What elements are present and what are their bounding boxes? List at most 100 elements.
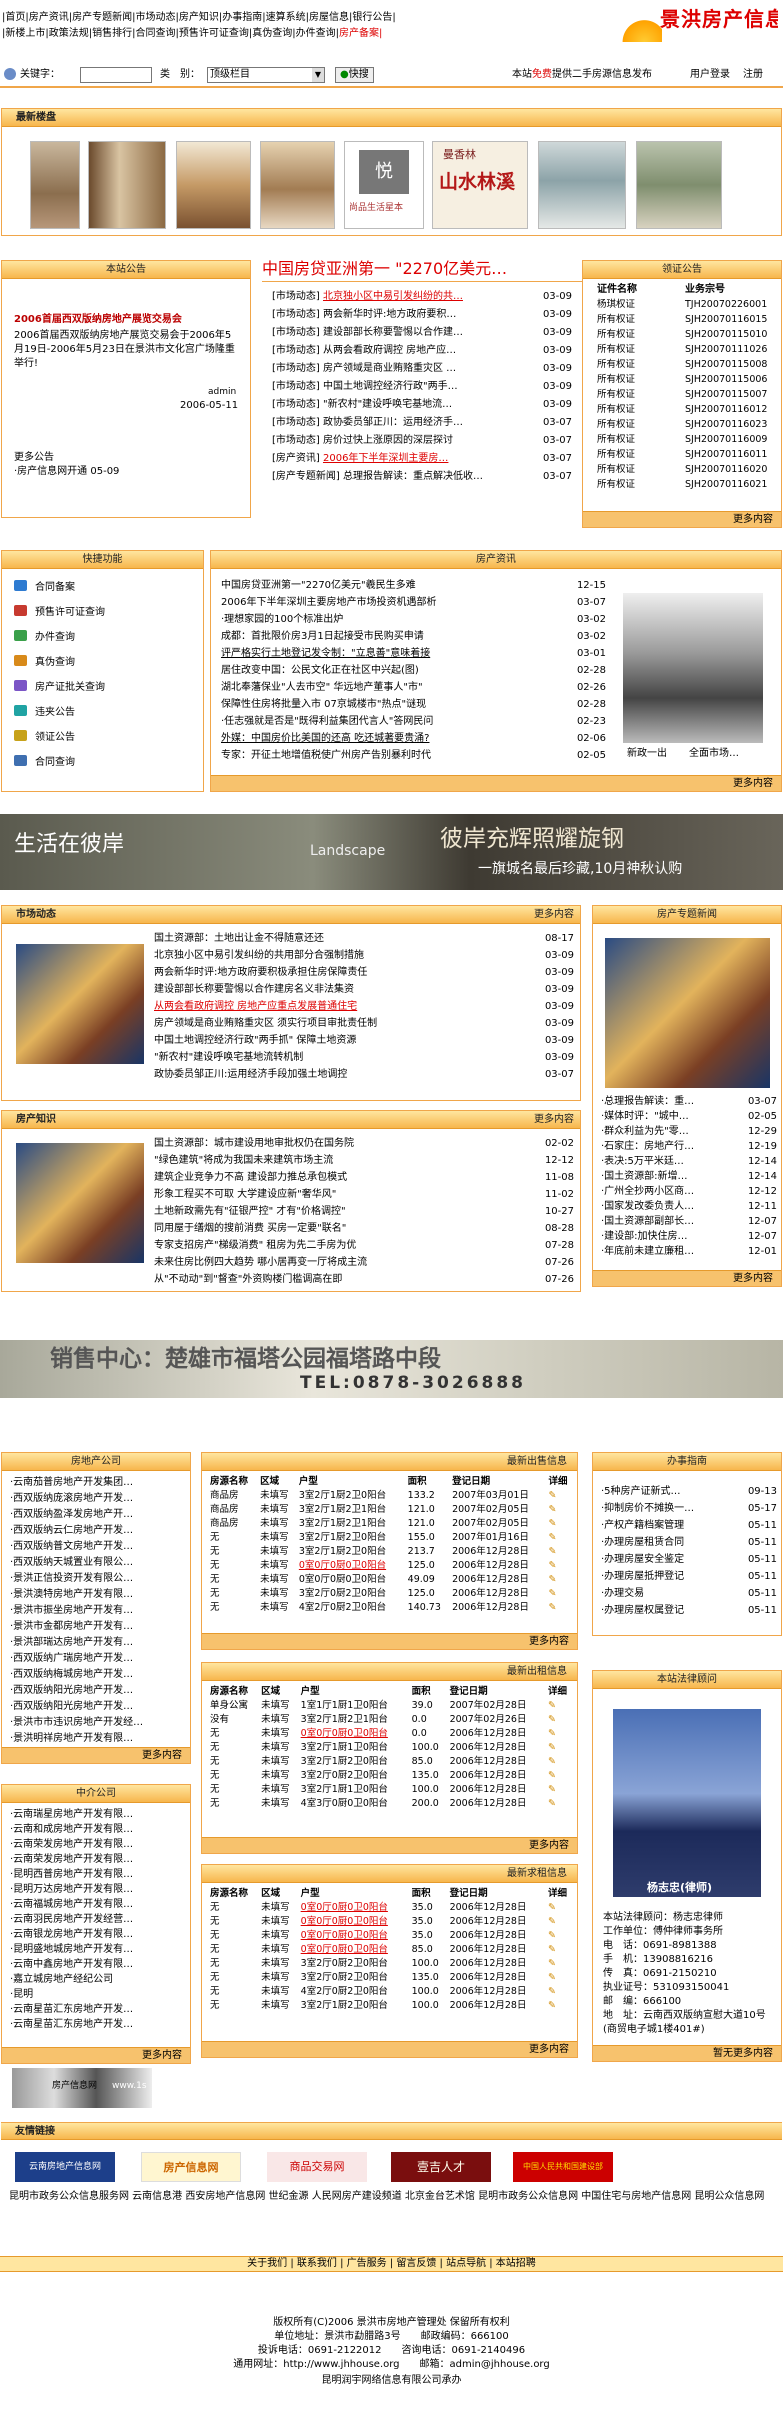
sale-detail[interactable]: ✎ — [547, 1517, 575, 1531]
developer-item[interactable]: ·景洪市金都房地产开发有… — [10, 1619, 188, 1635]
knowledge-item[interactable]: "绿色建筑"将成为我国未来建筑市场主流 12-12 — [154, 1152, 574, 1169]
fangchan-news-item[interactable]: 评严格实行土地登记发令制："立息善"意味着接 03-01 — [221, 645, 606, 662]
ad-banner-sales[interactable]: 销售中心：楚雄市福塔公园福塔路中段 TEL:0878-3026888 — [0, 1340, 783, 1398]
middle-news-item[interactable]: [市场动态] 建设部部长称要警惕以合作建… 03-09 — [272, 324, 572, 342]
link-logo-3[interactable]: 商品交易网 — [267, 2152, 367, 2182]
market-item[interactable]: 房产领域是商业贿赂重灾区 须实行项目审批责任制 03-09 — [154, 1015, 574, 1032]
knowledge-item[interactable]: 国土资源部：城市建设用地审批权仍在国务院 02-02 — [154, 1135, 574, 1152]
sale-detail[interactable]: ✎ — [547, 1503, 575, 1517]
fangchan-news-more[interactable]: 更多内容 — [211, 775, 781, 791]
developer-item[interactable]: ·西双版纳梅城房地产开发… — [10, 1667, 188, 1683]
fangchan-news-item[interactable]: 保障性住房将批量入市 07京城楼市"热点"谜现 02-28 — [221, 696, 606, 713]
building-thumb-6[interactable] — [636, 141, 722, 229]
building-thumb-4[interactable] — [260, 141, 335, 229]
buy-detail[interactable]: ✎ — [546, 1915, 574, 1929]
rent-row[interactable]: 单身公寓 未填写 1室1厅1厨1卫0阳台 39.0 2007年02月28日 ✎ — [208, 1699, 574, 1713]
special-item[interactable]: ·国土资源部:新增… 12-14 — [601, 1169, 777, 1184]
cert-row[interactable]: 所有权证 SJH20070116012 — [597, 402, 777, 417]
guide-item[interactable]: ·办理房屋安全鉴定 05-11 — [601, 1551, 777, 1568]
developer-item[interactable]: ·西双版纳天城置业有限公… — [10, 1555, 188, 1571]
middle-news-item[interactable]: [市场动态] 从两会看政府调控 房地产应… 03-09 — [272, 342, 572, 360]
link-logo-1[interactable]: 云南房地产信息网 — [15, 2152, 115, 2182]
rent-detail[interactable]: ✎ — [546, 1741, 574, 1755]
fangchan-news-item[interactable]: 2006年下半年深圳主要房地产市场投资机遇部析 03-07 — [221, 594, 606, 611]
sale-detail[interactable]: ✎ — [547, 1573, 575, 1587]
cert-row[interactable]: 所有权证 SJH20070116021 — [597, 477, 777, 492]
quick-item[interactable]: 合同查询 — [14, 750, 105, 775]
developer-item[interactable]: ·西双版纳阳光房地产开发… — [10, 1699, 188, 1715]
guide-item[interactable]: ·办理房屋权属登记 05-11 — [601, 1602, 777, 1619]
site-logo[interactable]: 景洪房产信息网 — [618, 0, 778, 44]
buy-detail[interactable]: ✎ — [546, 1957, 574, 1971]
news-photo-caption-2[interactable]: 全面市场… — [689, 747, 739, 761]
developer-item[interactable]: ·景洪明祥房地产开发有限… — [10, 1731, 188, 1747]
quick-item[interactable]: 合同备案 — [14, 575, 105, 600]
agencies-more[interactable]: 更多内容 — [2, 2047, 190, 2063]
sale-row[interactable]: 商品房 未填写 3室2厅1厨2卫1阳台 121.0 2007年02月05日 ✎ — [208, 1503, 574, 1517]
building-ad-2[interactable]: 曼香林 山水林溪 — [432, 141, 528, 229]
agency-item[interactable]: ·云南荣发房地产开发有限… — [10, 1837, 188, 1852]
cert-row[interactable]: 所有权证 SJH20070116009 — [597, 432, 777, 447]
news-photo-caption-1[interactable]: 新政一出 — [627, 747, 667, 761]
buy-detail[interactable]: ✎ — [546, 1999, 574, 2013]
ad-banner-landscape[interactable]: 生活在彼岸 Landscape 彼岸充辉照耀旋钢 一旗城名最后珍藏,10月神秋认… — [0, 814, 783, 890]
cert-row[interactable]: 所有权证 SJH20070115010 — [597, 327, 777, 342]
buy-row[interactable]: 无 未填写 4室2厅0厨2卫0阳台 100.0 2006年12月28日 ✎ — [208, 1985, 574, 1999]
sale-row[interactable]: 商品房 未填写 3室2厅1厨2卫0阳台 133.2 2007年03月01日 ✎ — [208, 1489, 574, 1503]
keyword-input[interactable] — [80, 67, 152, 83]
rent-detail[interactable]: ✎ — [546, 1783, 574, 1797]
agency-item[interactable]: ·昆明西普房地产开发有限… — [10, 1867, 188, 1882]
special-image[interactable] — [605, 938, 770, 1088]
quick-item[interactable]: 办件查询 — [14, 625, 105, 650]
cert-row[interactable]: 所有权证 SJH20070116011 — [597, 447, 777, 462]
agency-item[interactable]: ·昆明盛地城房地产开发有… — [10, 1942, 188, 1957]
links-text[interactable]: 昆明市政务公众信息服务网 云南信息港 西安房地产信息网 世纪金源 人民网房产建设… — [9, 2190, 775, 2204]
notice-item[interactable]: ·房产信息网开通 05-09 — [14, 465, 119, 479]
middle-news-item[interactable]: [市场动态] 两会新华时评:地方政府要积… 03-09 — [272, 306, 572, 324]
market-item[interactable]: 北京独小区中易引发纠纷的共用部分合强制措施 03-09 — [154, 947, 574, 964]
agency-item[interactable]: ·云南银龙房地产开发有限… — [10, 1927, 188, 1942]
rent-detail[interactable]: ✎ — [546, 1769, 574, 1783]
knowledge-item[interactable]: 从"不动动"到"督查"外资购楼门槛调高在即 07-26 — [154, 1271, 574, 1288]
agency-item[interactable]: ·云南荣发房地产开发有限… — [10, 1852, 188, 1867]
cert-more[interactable]: 更多内容 — [583, 511, 781, 527]
rent-detail[interactable]: ✎ — [546, 1713, 574, 1727]
developer-item[interactable]: ·景洪正信投资开发有限公… — [10, 1571, 188, 1587]
buy-detail[interactable]: ✎ — [546, 1985, 574, 1999]
guide-item[interactable]: ·办理房屋租赁合同 05-11 — [601, 1534, 777, 1551]
fangchan-news-item[interactable]: 外媒：中国房价比美国的还高 吃还城著要贵涌? 02-06 — [221, 730, 606, 747]
developer-item[interactable]: ·景洪市市违识房地产开发经… — [10, 1715, 188, 1731]
special-item[interactable]: ·年底前未建立廉租… 12-01 — [601, 1244, 777, 1259]
special-item[interactable]: ·群众利益为先"零… 12-29 — [601, 1124, 777, 1139]
developer-item[interactable]: ·西双版纳云仁房地产开发… — [10, 1523, 188, 1539]
developer-item[interactable]: ·景洪市振坐房地产开发有… — [10, 1603, 188, 1619]
market-item[interactable]: 政协委员邹正川:运用经济手段加强土地调控 03-07 — [154, 1066, 574, 1083]
middle-news-item[interactable]: [市场动态] "新农村"建设呼唤宅基地流… 03-09 — [272, 396, 572, 414]
developer-item[interactable]: ·景洪部瑞达房地产开发有… — [10, 1635, 188, 1651]
market-item[interactable]: 国土资源部：土地出让金不得随意还还 08-17 — [154, 930, 574, 947]
sale-row[interactable]: 无 未填写 0室0厅0厨0卫0阳台 49.09 2006年12月28日 ✎ — [208, 1573, 574, 1587]
middle-news-item[interactable]: [市场动态] 中国土地调控经济行政"两手… 03-09 — [272, 378, 572, 396]
middle-news-item[interactable]: [市场动态] 房价过快上涨原因的深层探讨 03-07 — [272, 432, 572, 450]
sale-detail[interactable]: ✎ — [547, 1545, 575, 1559]
fangchan-news-item[interactable]: ·理想家园的100个标准出炉 03-02 — [221, 611, 606, 628]
fangchan-news-item[interactable]: 成都：首批限价房3月1日起接受市民购买申请 03-02 — [221, 628, 606, 645]
market-item[interactable]: 中国土地调控经济行政"两手抓" 保障土地资源 03-09 — [154, 1032, 574, 1049]
agency-item[interactable]: ·云南星苗汇东房地产开发… — [10, 2017, 188, 2032]
developer-item[interactable]: ·西双版纳庞滚房地产开发… — [10, 1491, 188, 1507]
top-nav-row2[interactable]: |新楼上市|政策法规|销售排行|合同查询|预售许可证查询|真伪查询|办件查询| — [2, 28, 339, 39]
quick-item[interactable]: 房产证批关查询 — [14, 675, 105, 700]
buy-row[interactable]: 无 未填写 0室0厅0厨0卫0阳台 85.0 2006年12月28日 ✎ — [208, 1943, 574, 1957]
cert-row[interactable]: 所有权证 SJH20070116015 — [597, 312, 777, 327]
rent-row[interactable]: 无 未填写 0室0厅0厨0卫0阳台 0.0 2006年12月28日 ✎ — [208, 1727, 574, 1741]
building-thumb-2[interactable] — [88, 141, 166, 229]
login-link[interactable]: 用户登录 — [690, 64, 730, 86]
fangchan-news-item[interactable]: 中国房贷亚洲第一"2270亿美元"羲民生多难 12-15 — [221, 577, 606, 594]
knowledge-more[interactable]: 更多内容 — [534, 1111, 574, 1129]
developer-item[interactable]: ·西双版纳广瑞房地产开发… — [10, 1651, 188, 1667]
sale-row[interactable]: 无 未填写 0室0厅0厨0卫0阳台 125.0 2006年12月28日 ✎ — [208, 1559, 574, 1573]
agency-item[interactable]: ·云南和成房地产开发有限… — [10, 1822, 188, 1837]
building-ad-1[interactable]: 悦 尚品生活星本 — [344, 141, 424, 229]
quick-item[interactable]: 真伪查询 — [14, 650, 105, 675]
sale-more[interactable]: 更多内容 — [202, 1633, 577, 1649]
